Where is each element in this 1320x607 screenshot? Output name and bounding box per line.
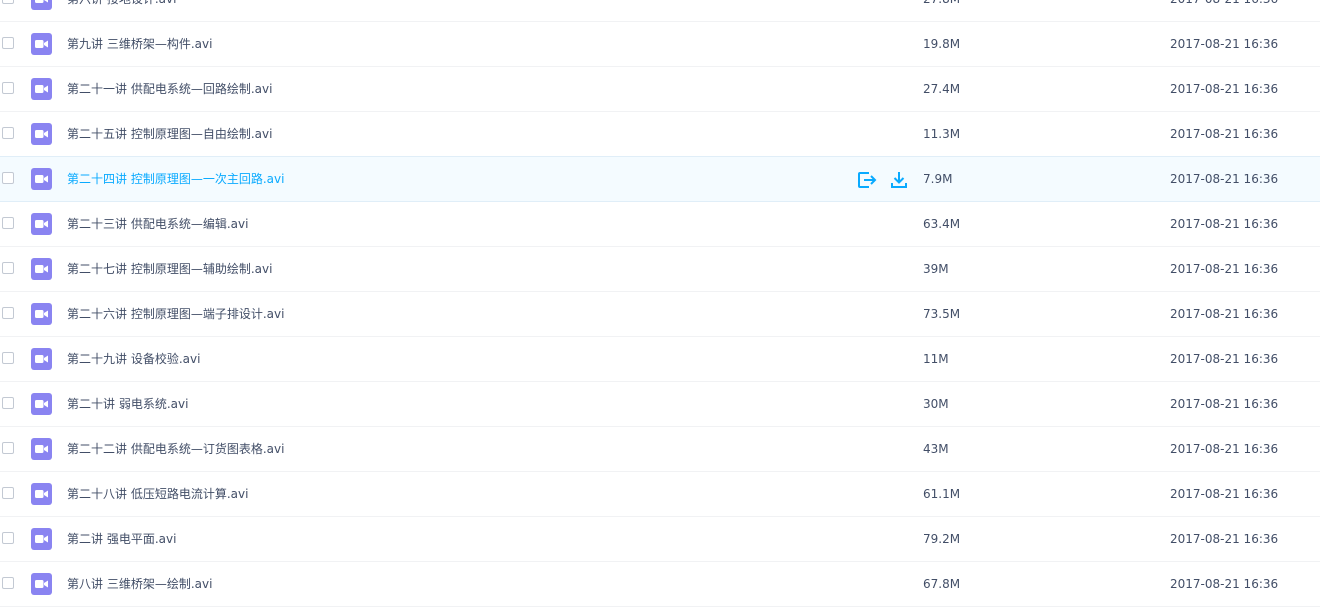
file-row[interactable]: 第二十七讲 控制原理图—辅助绘制.avi 39M 2017-08-21 16:36 — [0, 247, 1320, 292]
row-checkbox[interactable] — [2, 487, 14, 499]
file-date: 2017-08-21 16:36 — [1170, 397, 1279, 411]
file-date: 2017-08-21 16:36 — [1170, 217, 1279, 231]
file-row[interactable]: 第二讲 强电平面.avi 79.2M 2017-08-21 16:36 — [0, 517, 1320, 562]
file-size: 27.8M — [923, 0, 960, 22]
row-checkbox[interactable] — [2, 577, 14, 589]
video-file-icon — [31, 393, 52, 415]
file-row[interactable]: 第二十八讲 低压短路电流计算.avi 61.1M 2017-08-21 16:36 — [0, 472, 1320, 517]
file-date: 2017-08-21 16:36 — [1170, 82, 1279, 96]
row-checkbox[interactable] — [2, 0, 14, 4]
file-row[interactable]: 第二十一讲 供配电系统—回路绘制.avi 27.4M 2017-08-21 16:3… — [0, 67, 1320, 112]
file-list: 第六讲 接地设计.avi27.8M2017-08-21 16:36第九讲 三维桥… — [0, 0, 1320, 607]
file-name[interactable]: 第六讲 接地设计.avi — [67, 0, 176, 22]
video-file-icon — [31, 438, 52, 460]
file-row[interactable]: 第二十九讲 设备校验.avi 11M 2017-08-21 16:36 — [0, 337, 1320, 382]
row-checkbox[interactable] — [2, 82, 14, 94]
file-row[interactable]: 第二十六讲 控制原理图—端子排设计.avi 73.5M 2017-08-21 16:… — [0, 292, 1320, 337]
file-date: 2017-08-21 16:36 — [1170, 487, 1279, 501]
video-file-icon — [31, 573, 52, 595]
file-name[interactable]: 第八讲 三维桥架—绘制.avi — [67, 562, 212, 607]
file-size: 67.8M — [923, 577, 961, 591]
file-size: 27.4M — [923, 82, 961, 96]
file-size: 30M — [923, 397, 949, 411]
file-row[interactable]: 第二十三讲 供配电系统—编辑.avi 63.4M 2017-08-21 16:36 — [0, 202, 1320, 247]
row-checkbox[interactable] — [2, 397, 14, 409]
file-name[interactable]: 第二十八讲 低压短路电流计算.avi — [67, 472, 248, 517]
download-icon[interactable] — [889, 171, 909, 189]
file-name[interactable]: 第二十六讲 控制原理图—端子排设计.avi — [67, 292, 284, 337]
file-name[interactable]: 第二十九讲 设备校验.avi — [67, 337, 200, 382]
row-checkbox[interactable] — [2, 532, 14, 544]
file-date: 2017-08-21 16:36 — [1170, 352, 1279, 366]
video-file-icon — [31, 348, 52, 370]
video-file-icon — [31, 303, 52, 325]
row-checkbox[interactable] — [2, 442, 14, 454]
file-date: 2017-08-21 16:36 — [1170, 262, 1279, 276]
file-name[interactable]: 第二十七讲 控制原理图—辅助绘制.avi — [67, 247, 272, 292]
file-date: 2017-08-21 16:36 — [1170, 37, 1279, 51]
video-file-icon — [31, 483, 52, 505]
file-size: 11.3M — [923, 127, 961, 141]
video-file-icon — [31, 0, 52, 10]
row-checkbox[interactable] — [2, 127, 14, 139]
file-size: 61.1M — [923, 487, 961, 501]
file-date: 2017-08-21 16:36 — [1170, 532, 1279, 546]
file-row[interactable]: 第八讲 三维桥架—绘制.avi 67.8M 2017-08-21 16:36 — [0, 562, 1320, 607]
file-name[interactable]: 第二十讲 弱电系统.avi — [67, 382, 188, 427]
file-row[interactable]: 第二十四讲 控制原理图—一次主回路.avi 7.9M 2017-08-21 16:3… — [0, 156, 1320, 202]
file-size: 43M — [923, 442, 949, 456]
file-row[interactable]: 第九讲 三维桥架—构件.avi 19.8M 2017-08-21 16:36 — [0, 22, 1320, 67]
file-name[interactable]: 第二十三讲 供配电系统—编辑.avi — [67, 202, 248, 247]
share-icon[interactable] — [857, 171, 877, 189]
file-row[interactable]: 第六讲 接地设计.avi 27.8M 2017-08-21 16:36 — [0, 0, 1320, 22]
video-file-icon — [31, 213, 52, 235]
file-name[interactable]: 第二十五讲 控制原理图—自由绘制.avi — [67, 112, 272, 157]
file-row[interactable]: 第二十五讲 控制原理图—自由绘制.avi 11.3M 2017-08-21 16:3… — [0, 112, 1320, 157]
row-checkbox[interactable] — [2, 37, 14, 49]
file-name[interactable]: 第二讲 强电平面.avi — [67, 517, 176, 562]
video-file-icon — [31, 168, 52, 190]
file-row[interactable]: 第二十二讲 供配电系统—订货图表格.avi 43M 2017-08-21 16:36 — [0, 427, 1320, 472]
video-file-icon — [31, 258, 52, 280]
row-checkbox[interactable] — [2, 262, 14, 274]
file-date: 2017-08-21 16:36 — [1170, 442, 1279, 456]
file-name[interactable]: 第二十二讲 供配电系统—订货图表格.avi — [67, 427, 284, 472]
video-file-icon — [31, 123, 52, 145]
file-date: 2017-08-21 16:36 — [1170, 0, 1278, 22]
file-row[interactable]: 第二十讲 弱电系统.avi 30M 2017-08-21 16:36 — [0, 382, 1320, 427]
file-size: 11M — [923, 352, 949, 366]
file-size: 19.8M — [923, 37, 961, 51]
row-checkbox[interactable] — [2, 217, 14, 229]
file-date: 2017-08-21 16:36 — [1170, 172, 1279, 186]
video-file-icon — [31, 33, 52, 55]
file-date: 2017-08-21 16:36 — [1170, 127, 1279, 141]
video-file-icon — [31, 78, 52, 100]
file-date: 2017-08-21 16:36 — [1170, 307, 1279, 321]
file-name[interactable]: 第九讲 三维桥架—构件.avi — [67, 22, 212, 67]
row-checkbox[interactable] — [2, 307, 14, 319]
file-name[interactable]: 第二十一讲 供配电系统—回路绘制.avi — [67, 67, 272, 112]
row-checkbox[interactable] — [2, 172, 14, 184]
file-size: 73.5M — [923, 307, 961, 321]
file-size: 79.2M — [923, 532, 961, 546]
file-date: 2017-08-21 16:36 — [1170, 577, 1279, 591]
file-size: 39M — [923, 262, 949, 276]
file-size: 7.9M — [923, 172, 953, 186]
row-checkbox[interactable] — [2, 352, 14, 364]
file-size: 63.4M — [923, 217, 961, 231]
file-name[interactable]: 第二十四讲 控制原理图—一次主回路.avi — [67, 157, 284, 202]
video-file-icon — [31, 528, 52, 550]
